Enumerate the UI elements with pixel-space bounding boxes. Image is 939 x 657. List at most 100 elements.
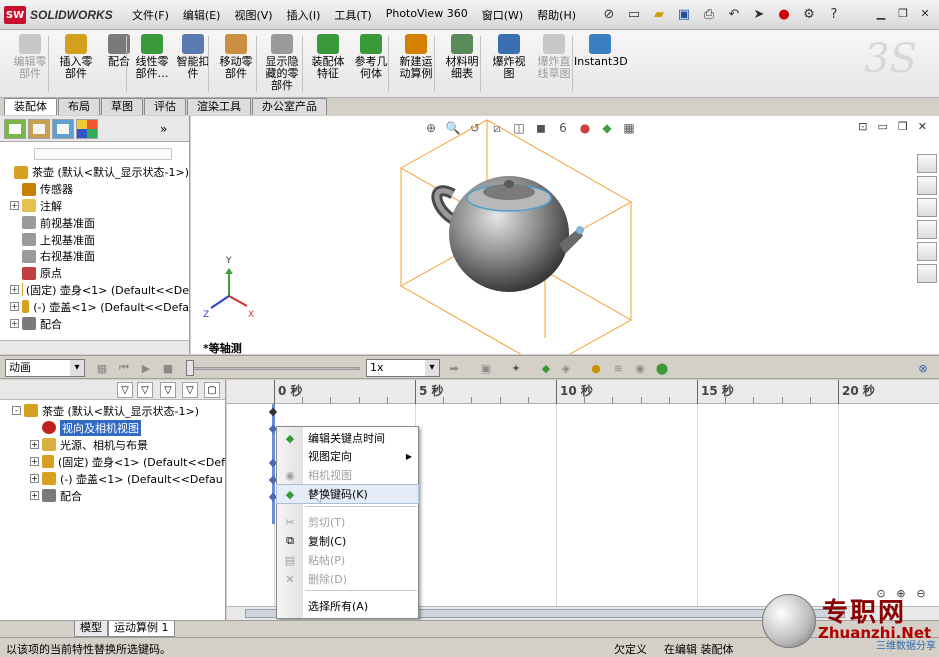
expand-icon[interactable]: + [30,457,39,466]
save-icon[interactable]: ▣ [673,4,695,24]
open-folder-icon[interactable]: ▰ [648,4,670,24]
display-manager-tab-icon[interactable] [76,118,98,139]
resources-home-icon[interactable] [917,154,937,173]
undo-icon[interactable]: ↶ [723,4,745,24]
solidworks-logo[interactable]: SW SOLIDWORKS [4,5,122,25]
help-icon[interactable]: ? [823,4,845,24]
expand-icon[interactable]: + [30,491,39,500]
teapot-model-view[interactable] [191,116,939,354]
design-library-icon[interactable] [917,176,937,195]
ribbon-button-5[interactable]: 移动零 部件 [210,34,262,80]
filter-animated-icon[interactable]: ▽ [117,382,133,398]
autokey-icon[interactable]: ◆ [538,360,554,376]
tab-office-products[interactable]: 办公室产品 [252,98,327,115]
filter-results-icon[interactable]: ▽ [182,382,198,398]
tab-assembly[interactable]: 装配体 [4,98,57,115]
playback-slider-thumb[interactable] [186,360,194,376]
context-menu-item[interactable]: ✕ 删除(D) [277,570,418,588]
feature-tree-item[interactable]: 上视基准面 [0,231,189,248]
graphics-area[interactable]: ⊕ 🔍 ↺ ⧄ ◫ ◼ 6 ● ◆ ▦ ⊡ ▭ ❐ ✕ Y X Z *等轴测 [191,116,939,355]
motor-icon[interactable]: ● [588,360,604,376]
traffic-light-icon[interactable]: ● [773,4,795,24]
feature-tree-item[interactable]: 原点 [0,265,189,282]
feature-tree-tab-icon[interactable] [4,118,26,139]
pin-icon[interactable]: ⊘ [598,4,620,24]
menu-edit[interactable]: 编辑(E) [183,7,221,23]
motion-tree-item[interactable]: + 光源、相机与布景 [0,436,225,453]
motion-tree-item[interactable]: + (-) 壶盖<1> (Default<<Defau [0,470,225,487]
context-menu-item[interactable]: 选择所有(A) [277,597,418,615]
tab-sketch[interactable]: 草图 [101,98,143,115]
expand-icon[interactable]: + [10,285,19,295]
menu-view[interactable]: 视图(V) [234,7,272,23]
expand-icon[interactable]: + [30,474,39,483]
feature-tree-item[interactable]: + (-) 壶盖<1> (Default<<Defa [0,298,189,315]
feature-tree-item[interactable]: 右视基准面 [0,248,189,265]
collapse-motion-manager-icon[interactable]: ⊗ [915,360,931,376]
property-manager-tab-icon[interactable] [28,118,50,139]
menu-window[interactable]: 窗口(W) [482,7,523,23]
context-menu-item[interactable]: 视图定向 ▶ [277,447,418,465]
motion-tree-item[interactable]: + 配合 [0,487,225,504]
stop-icon[interactable]: ■ [160,360,176,376]
filter-selected-icon[interactable]: ▽ [160,382,176,398]
motion-tree-item[interactable]: - 茶壶 (默认<默认_显示状态-1>) [0,402,225,419]
key-point[interactable] [268,407,278,417]
study-type-select[interactable]: 动画 [5,359,85,377]
motion-tree-item[interactable]: 视向及相机视图 [0,419,225,436]
minimize-icon[interactable]: ▁ [873,5,889,21]
menu-help[interactable]: 帮助(H) [537,7,576,23]
file-explorer-icon[interactable] [917,198,937,217]
custom-properties-icon[interactable] [917,264,937,283]
context-menu-item[interactable]: ▤ 粘帖(P) [277,551,418,569]
play-from-start-icon[interactable]: ⏮ [116,360,132,376]
expand-icon[interactable]: - [12,406,21,415]
print-icon[interactable]: ⎙ [698,4,720,24]
feature-tree-item[interactable]: 传感器 [0,181,189,198]
new-document-icon[interactable]: ▭ [623,4,645,24]
select-arrow-icon[interactable]: ➤ [748,4,770,24]
calculate-icon[interactable]: ▦ [94,360,110,376]
restore-icon[interactable]: ❐ [895,5,911,21]
tab-layout[interactable]: 布局 [58,98,100,115]
context-menu-item[interactable]: ⧉ 复制(C) [277,532,418,550]
expand-icon[interactable]: + [10,302,19,312]
ribbon-button-13[interactable]: Instant3D [574,34,628,68]
context-menu-item[interactable]: ✂ 剪切(T) [277,513,418,531]
animation-wizard-icon[interactable]: ✦ [508,360,524,376]
feature-tree-item[interactable]: + (固定) 壶身<1> (Default<<De [0,282,189,299]
context-menu-item[interactable]: ◉ 相机视图 [277,466,418,484]
ribbon-button-6[interactable]: 显示隐 藏的零 部件 [256,34,308,92]
appearances-scenes-icon[interactable] [917,242,937,261]
feature-tree-item[interactable]: + 配合 [0,315,189,332]
playback-speed-select[interactable]: 1x [366,359,440,377]
feature-tree-item[interactable]: 茶壶 (默认<默认_显示状态-1>) [0,164,189,181]
save-animation-icon[interactable]: ▣ [478,360,494,376]
close-icon[interactable]: ✕ [917,5,933,21]
expand-icon[interactable]: + [10,201,19,211]
view-palette-icon[interactable] [917,220,937,239]
play-icon[interactable]: ▶ [138,360,154,376]
tab-model[interactable]: 模型 [74,621,108,637]
feature-filter-input[interactable] [34,148,172,160]
menu-tools[interactable]: 工具(T) [334,7,371,23]
context-menu-item[interactable]: ◆ 替换键码(K) [276,484,419,504]
tab-evaluate[interactable]: 评估 [144,98,186,115]
tab-motion-study-1[interactable]: 运动算例 1 [108,621,175,637]
contact-icon[interactable]: ◉ [632,360,648,376]
gear-icon[interactable]: ⚙ [798,4,820,24]
feature-tree-item[interactable]: + 注解 [0,198,189,215]
chevron-right-icon[interactable]: » [160,122,167,136]
playback-slider-track[interactable] [190,367,360,370]
menu-file[interactable]: 文件(F) [132,7,169,23]
motion-tree-item[interactable]: + (固定) 壶身<1> (Default<<Def [0,453,225,470]
expand-icon[interactable]: + [30,440,39,449]
gravity-icon[interactable]: ⬤ [654,360,670,376]
filter-driving-icon[interactable]: ▽ [137,382,153,398]
configuration-manager-tab-icon[interactable] [52,118,74,139]
timeline-ruler[interactable]: 0 秒 5 秒 10 秒 15 秒 20 秒 [227,380,939,404]
collapse-all-icon[interactable]: ▢ [204,382,220,398]
feature-tree-scrollbar[interactable] [0,340,189,354]
spring-icon[interactable]: ≋ [610,360,626,376]
expand-icon[interactable]: + [10,319,19,329]
